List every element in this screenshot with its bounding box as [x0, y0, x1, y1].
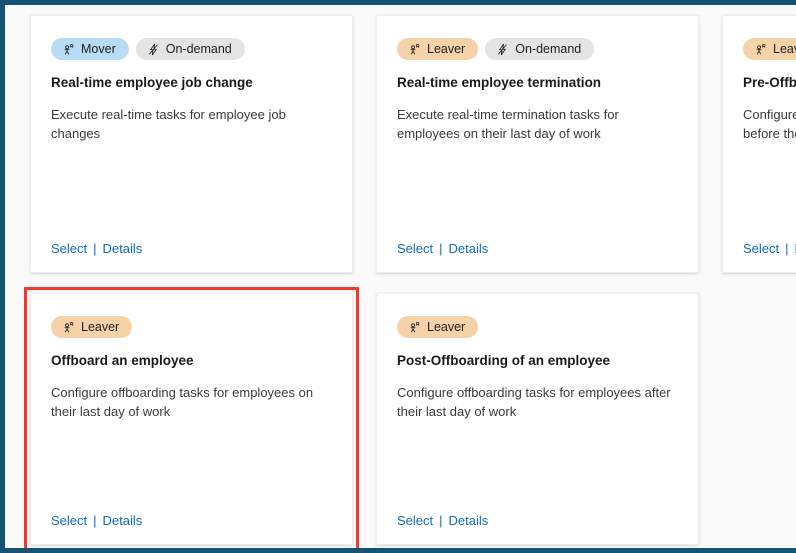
badge-on-demand: On-demand — [135, 38, 245, 60]
card-actions: Select | Details — [397, 513, 488, 528]
details-link[interactable]: Details — [103, 241, 143, 256]
details-link[interactable]: Details — [103, 513, 143, 528]
card-content: Leaver On-demand Real-time employee termin… — [377, 16, 698, 272]
person-mover-icon — [62, 43, 75, 56]
card-actions: Select|Details — [743, 241, 796, 256]
badge-label: Leaver — [427, 319, 466, 334]
card-actions: Select | Details — [397, 241, 488, 256]
template-card-real-time-employee-termination[interactable]: Leaver On-demand Real-time employee termin… — [376, 15, 699, 273]
card-description: Configure offboarding tasks for employee… — [51, 384, 314, 419]
badge-label: Leaver — [81, 319, 120, 334]
action-separator: | — [93, 241, 97, 256]
template-card-real-time-employee-job-change[interactable]: Mover On-demand Real-time employee job cha… — [30, 15, 353, 273]
card-surface[interactable]: Leaver Offboard an employee Configure offb… — [30, 293, 353, 545]
action-separator: | — [785, 241, 789, 256]
badge-leaver: Leaver — [397, 316, 479, 338]
person-leaver-icon — [62, 321, 75, 334]
card-surface[interactable]: Leaver Pre-Offboarding of an employee Conf… — [722, 15, 796, 273]
select-link[interactable]: Select — [397, 513, 433, 528]
card-title: Real-time employee termination — [397, 75, 602, 90]
person-leaver-icon — [408, 321, 421, 334]
select-link[interactable]: Select — [51, 241, 87, 256]
card-description: Execute real-time termination tasks for … — [397, 106, 619, 141]
badge-mover: Mover — [51, 38, 129, 60]
card-badge-row: Mover On-demand — [51, 38, 332, 60]
badge-on-demand: On-demand — [485, 38, 595, 60]
select-link[interactable]: Select — [51, 513, 87, 528]
card-badge-row: Leaver On-demand — [397, 38, 678, 60]
select-link[interactable]: Select — [397, 241, 433, 256]
action-separator: | — [439, 241, 443, 256]
badge-label: Leaver — [773, 41, 796, 56]
workflow-template-gallery: Mover On-demand Real-time employee job cha… — [0, 0, 796, 553]
template-card-offboard-an-employee[interactable]: Leaver Offboard an employee Configure offb… — [24, 287, 359, 548]
card-surface[interactable]: Mover On-demand Real-time employee job cha… — [30, 15, 353, 273]
badge-leaver: Leaver — [51, 316, 133, 338]
select-link[interactable]: Select — [743, 241, 779, 256]
card-title: Post-Offboarding of an employee — [397, 353, 611, 368]
card-actions: Select | Details — [51, 513, 142, 528]
badge-label: On-demand — [515, 41, 582, 56]
action-separator: | — [439, 513, 443, 528]
card-badge-row: Leaver — [397, 316, 678, 338]
lightning-bolt-icon — [147, 43, 160, 56]
template-card-pre-offboarding[interactable]: Leaver Pre-Offboarding of an employee Conf… — [722, 15, 796, 273]
card-actions: Select | Details — [51, 241, 142, 256]
badge-leaver: Leaver — [397, 38, 479, 60]
card-content: Leaver Offboard an employee Configure offb… — [31, 294, 352, 544]
badge-label: On-demand — [165, 41, 232, 56]
card-surface[interactable]: Leaver Post-Offboarding of an employee Con… — [376, 293, 699, 545]
card-badge-row: Leaver — [743, 38, 796, 60]
badge-label: Leaver — [427, 41, 466, 56]
card-surface[interactable]: Leaver On-demand Real-time employee termin… — [376, 15, 699, 273]
action-separator: | — [93, 513, 97, 528]
person-leaver-icon — [408, 43, 421, 56]
person-leaver-icon — [754, 43, 767, 56]
card-content: Mover On-demand Real-time employee job cha… — [31, 16, 352, 272]
card-content: Leaver Pre-Offboarding of an employee Conf… — [723, 16, 796, 272]
card-title: Offboard an employee — [51, 353, 194, 368]
card-content: Leaver Post-Offboarding of an employee Con… — [377, 294, 698, 544]
card-title: Real-time employee job change — [51, 75, 253, 90]
card-title: Pre-Offboarding of an employee — [743, 75, 796, 90]
template-card-grid: Mover On-demand Real-time employee job cha… — [13, 10, 796, 548]
card-description: Configure offboarding tasks for employee… — [397, 384, 671, 419]
badge-leaver: Leaver — [743, 38, 796, 60]
card-description: Execute real-time tasks for employee job… — [51, 106, 286, 141]
template-card-post-offboarding-of-an-employee[interactable]: Leaver Post-Offboarding of an employee Con… — [376, 293, 699, 545]
lightning-bolt-icon — [496, 43, 509, 56]
card-description: Configure pre-offboarding tasks for empl… — [743, 106, 796, 141]
details-link[interactable]: Details — [449, 513, 489, 528]
card-badge-row: Leaver — [51, 316, 332, 338]
details-link[interactable]: Details — [449, 241, 489, 256]
badge-label: Mover — [81, 41, 116, 56]
